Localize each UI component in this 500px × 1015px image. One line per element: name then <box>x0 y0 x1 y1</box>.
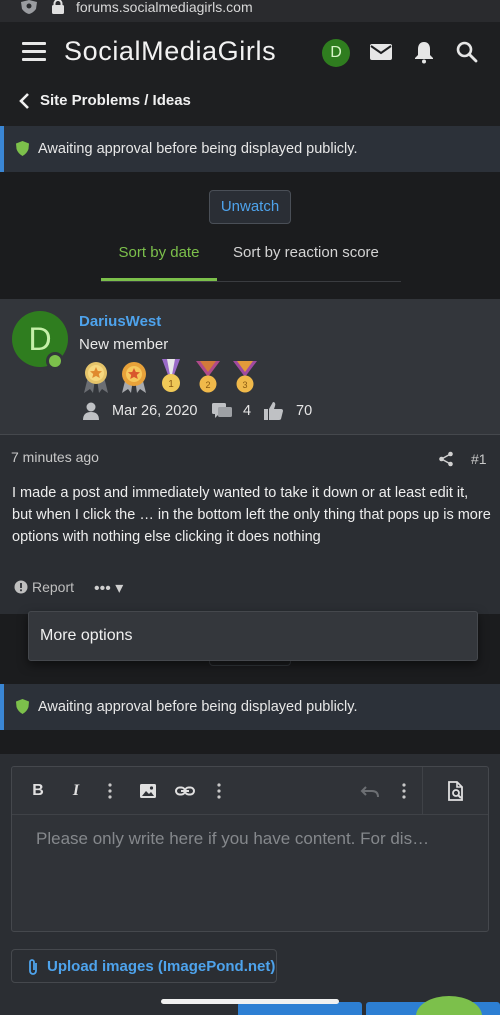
post-body: I made a post and immediately wanted to … <box>12 485 491 545</box>
author-title: New member <box>79 336 169 353</box>
editor-toolbar: B I <box>12 767 488 815</box>
paperclip-icon <box>29 959 37 975</box>
editor: B I Please only write here if you have c… <box>11 766 489 932</box>
more-vertical-icon[interactable] <box>209 781 229 801</box>
hamburger-menu-icon[interactable] <box>22 42 46 62</box>
home-indicator <box>161 999 339 1004</box>
report-button[interactable]: Report <box>32 579 74 595</box>
browser-bar: forums.socialmediagirls.com <box>0 0 500 22</box>
user-icon <box>83 402 99 420</box>
shield-check-icon <box>16 699 29 714</box>
breadcrumb-label[interactable]: Site Problems / Ideas <box>40 92 191 109</box>
image-icon[interactable] <box>138 781 158 801</box>
post-number[interactable]: #1 <box>471 451 487 467</box>
post-actions: Report ••• ▾ <box>12 578 212 598</box>
link-icon[interactable] <box>175 781 195 801</box>
approval-notice-bottom: Awaiting approval before being displayed… <box>0 684 500 730</box>
more-vertical-icon[interactable] <box>394 781 414 801</box>
bold-button[interactable]: B <box>28 781 48 801</box>
rosette-medal-icon[interactable] <box>118 359 150 395</box>
approval-notice: Awaiting approval before being displayed… <box>0 126 500 172</box>
toolbar-divider <box>422 767 423 815</box>
ribbon-medal-icon[interactable]: 1 <box>155 359 187 395</box>
author-stats: Mar 26, 2020 4 70 <box>79 401 379 423</box>
site-header: SocialMediaGirls D <box>0 22 500 82</box>
svg-text:1: 1 <box>168 379 174 390</box>
tab-sort-by-reaction[interactable]: Sort by reaction score <box>233 244 379 261</box>
lock-icon <box>52 0 64 14</box>
bell-icon[interactable] <box>412 40 436 64</box>
ribbon-medal-icon[interactable]: 3 <box>229 359 261 395</box>
browser-shield-icon[interactable] <box>20 0 38 14</box>
undo-icon[interactable] <box>360 781 380 801</box>
menu-item-more-options[interactable]: More options <box>40 627 133 645</box>
tab-sort-by-date[interactable]: Sort by date <box>101 244 217 261</box>
post-user-block: D DariusWest New member 1 2 3 Mar 26, 20… <box>0 299 500 435</box>
more-options-menu: More options <box>28 611 478 661</box>
ribbon-medal-icon[interactable]: 2 <box>192 359 224 395</box>
reply-composer: B I Please only write here if you have c… <box>0 730 500 1015</box>
alert-circle-icon <box>14 580 28 594</box>
post-time[interactable]: 7 minutes ago <box>11 449 99 465</box>
upload-images-button[interactable]: Upload images (ImagePond.net) <box>11 949 277 983</box>
reaction-score: 70 <box>296 403 313 419</box>
rosette-medal-icon[interactable] <box>80 359 112 395</box>
url-text[interactable]: forums.socialmediagirls.com <box>76 0 253 14</box>
thread-controls: Unwatch Sort by date Sort by reaction sc… <box>0 172 500 299</box>
preview-icon[interactable] <box>446 781 466 801</box>
join-date: Mar 26, 2020 <box>112 403 198 419</box>
message-count: 4 <box>243 403 252 419</box>
upload-images-label[interactable]: Upload images (ImagePond.net) <box>47 958 275 975</box>
active-tab-indicator <box>101 278 217 281</box>
unwatch-button[interactable]: Unwatch <box>209 190 291 224</box>
shield-check-icon <box>16 141 29 156</box>
italic-button[interactable]: I <box>66 781 86 801</box>
messages-icon <box>212 403 232 418</box>
author-name[interactable]: DariusWest <box>79 313 161 330</box>
search-icon[interactable] <box>455 40 479 64</box>
svg-text:2: 2 <box>205 380 210 390</box>
approval-notice-text: Awaiting approval before being displayed… <box>38 699 358 715</box>
chevron-left-icon <box>19 93 29 109</box>
thumbs-up-icon <box>264 402 283 420</box>
share-icon[interactable] <box>438 451 454 467</box>
more-options-button[interactable]: ••• ▾ <box>94 578 123 598</box>
approval-notice-text: Awaiting approval before being displayed… <box>38 141 358 157</box>
more-vertical-icon[interactable] <box>100 781 120 801</box>
site-logo[interactable]: SocialMediaGirls <box>64 36 276 67</box>
sort-tabs: Sort by date Sort by reaction score <box>101 236 401 282</box>
svg-text:3: 3 <box>242 380 247 390</box>
message-input[interactable]: Please only write here if you have conte… <box>36 829 429 849</box>
mail-icon[interactable] <box>369 40 393 64</box>
breadcrumb[interactable]: Site Problems / Ideas <box>0 82 500 126</box>
post: D DariusWest New member 1 2 3 Mar 26, 20… <box>0 299 500 614</box>
user-avatar[interactable]: D <box>322 39 350 67</box>
online-indicator <box>46 352 64 370</box>
